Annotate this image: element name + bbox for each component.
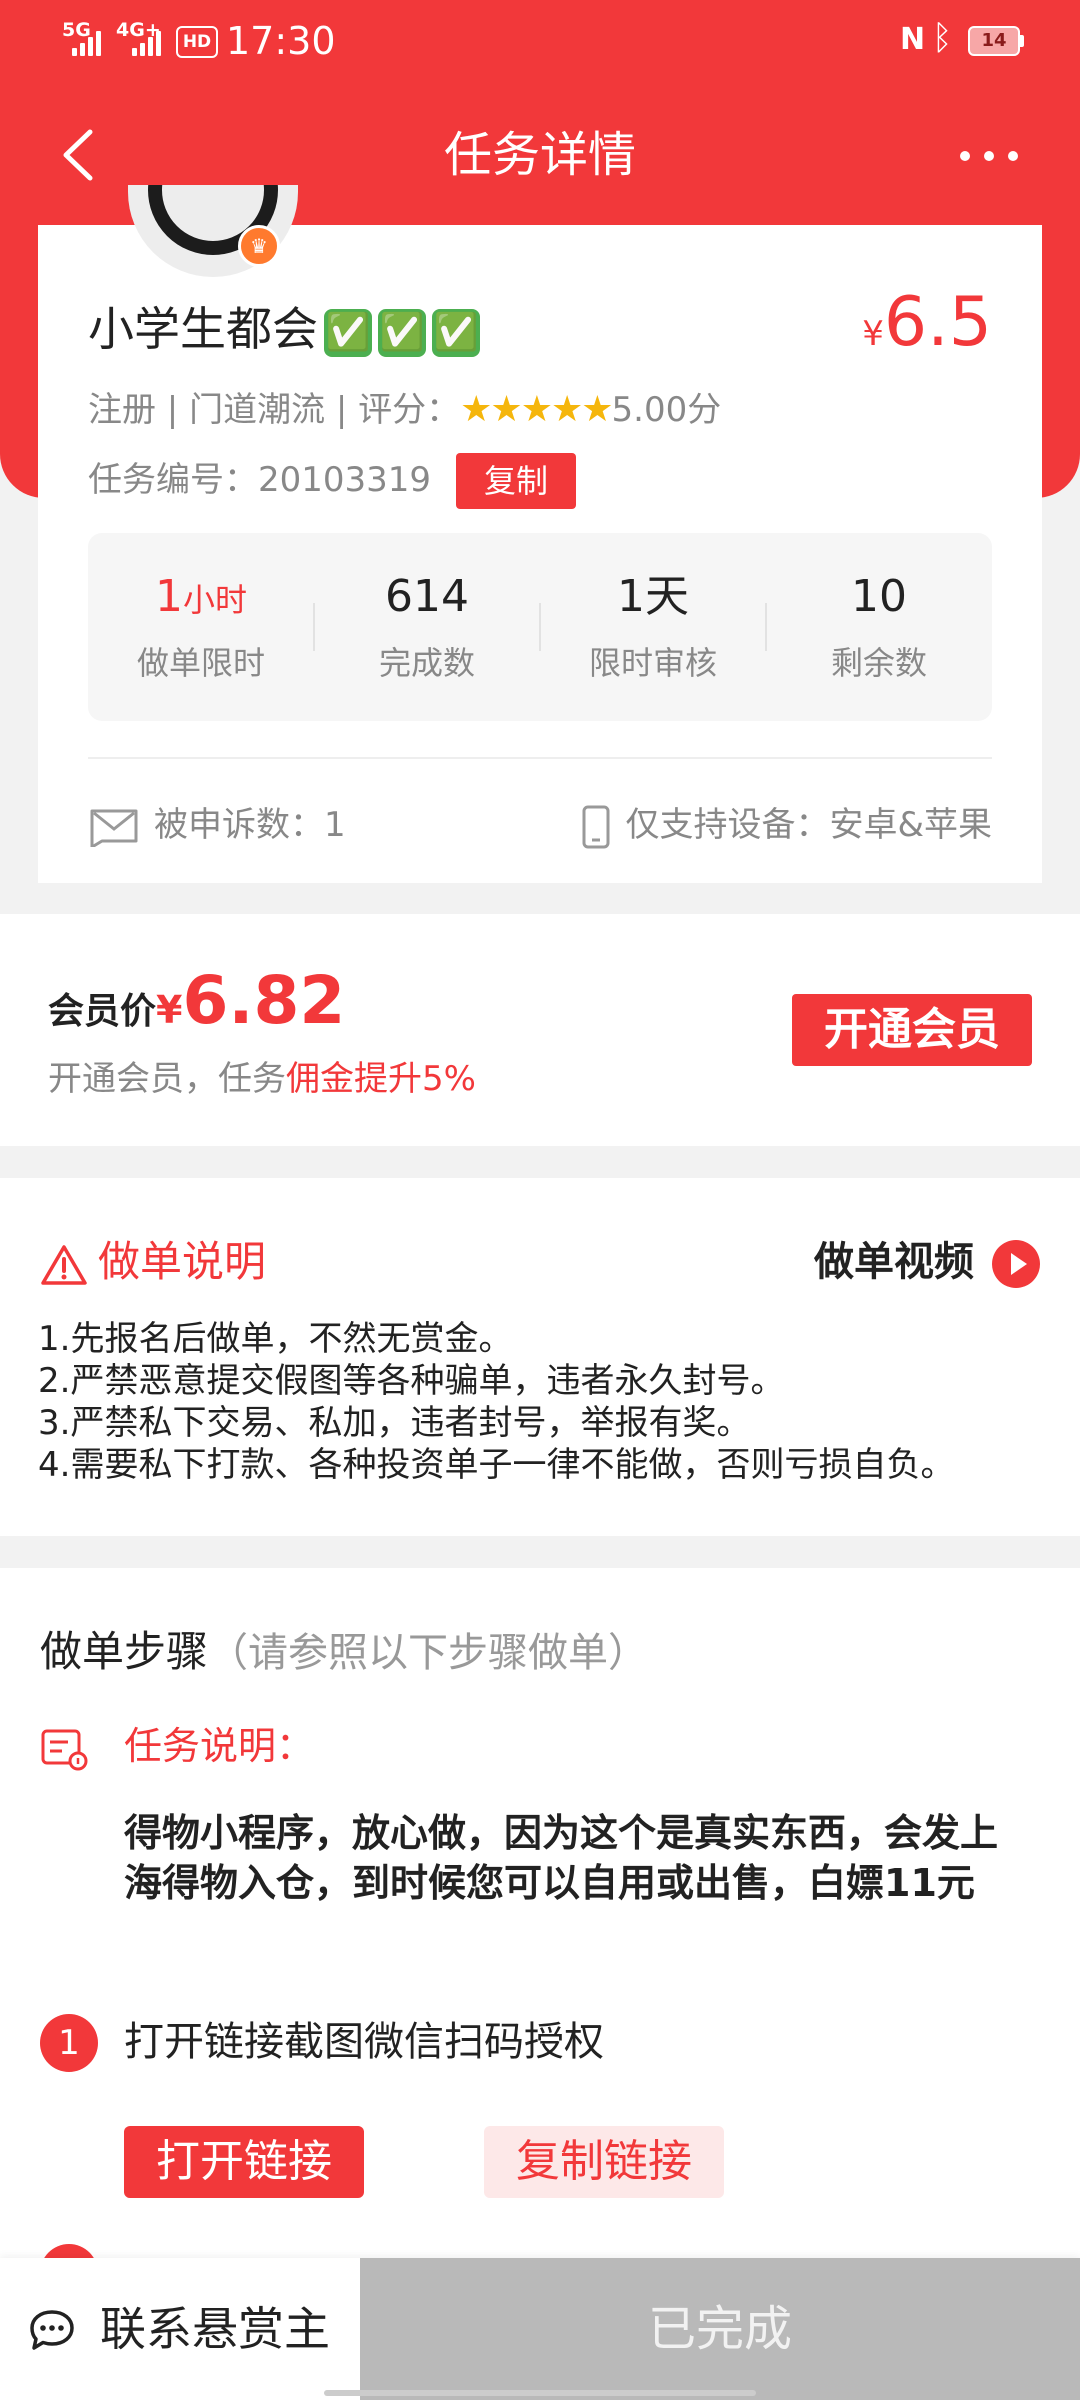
steps-heading: 做单步骤（请参照以下步骤做单）: [40, 1622, 648, 1683]
bottom-action-bar: 联系悬赏主 已完成: [0, 2258, 1080, 2400]
instructions-title-text: 做单说明: [98, 1237, 267, 1286]
home-indicator[interactable]: [324, 2390, 756, 2396]
stat-unit: 小时: [182, 581, 247, 619]
hd-voice-icon: HD: [176, 26, 218, 58]
device-text: 仅支持设备：安卓&苹果: [625, 805, 992, 845]
member-tip-text: 开通会员，任务: [48, 1059, 286, 1099]
member-price: 会员价¥6.82: [48, 962, 345, 1039]
list-item: 1.先报名后做单，不然无赏金。: [38, 1319, 513, 1359]
warning-icon: [41, 1244, 87, 1285]
steps-section: 做单步骤（请参照以下步骤做单） 任务说明： 得物小程序，放心做，因为这个是真实东…: [0, 1568, 1080, 2302]
stat-label: 剩余数: [830, 644, 927, 682]
stat-value: 1天: [617, 571, 689, 622]
chat-icon: [30, 2310, 74, 2350]
member-tip-highlight: 佣金提升5%: [286, 1059, 476, 1099]
task-description: 得物小程序，放心做，因为这个是真实东西，会发上海得物入仓，到时候您可以自用或出售…: [124, 1811, 999, 1905]
list-item: 2.严禁恶意提交假图等各种骗单，违者永久封号。: [38, 1361, 785, 1401]
member-section: 会员价¥6.82 开通会员，任务佣金提升5% 开通会员: [0, 914, 1080, 1146]
open-link-button[interactable]: 打开链接: [124, 2126, 364, 2198]
list-item: 3.严禁私下交易、私加，违者封号，举报有奖。: [38, 1403, 751, 1443]
copy-task-number-button[interactable]: 复制: [456, 453, 576, 509]
stat-remaining: 10 剩余数: [766, 533, 992, 721]
currency-symbol: ¥: [862, 314, 884, 354]
signal-icon: [72, 30, 101, 56]
member-tip: 开通会员，任务佣金提升5%: [48, 1054, 476, 1104]
complaint-count: 被申诉数：1: [88, 795, 346, 855]
stat-review-limit: 1天 限时审核: [540, 533, 766, 721]
contact-publisher-button[interactable]: 联系悬赏主: [0, 2258, 360, 2400]
contact-publisher-label: 联系悬赏主: [100, 2302, 330, 2356]
copy-link-button[interactable]: 复制链接: [484, 2126, 724, 2198]
battery-tip: [1020, 35, 1024, 47]
task-number: 任务编号：20103319: [88, 455, 431, 505]
rating-stars-icon: ★★★★★: [460, 389, 613, 430]
task-meta: 注册 | 门道潮流 | 评分：★★★★★5.00分: [88, 385, 721, 435]
task-number-label: 任务编号：: [88, 460, 258, 500]
crown-badge-icon: ♛: [238, 225, 280, 267]
envelope-icon: [90, 809, 138, 847]
stat-label: 限时审核: [588, 644, 717, 682]
task-number-value: 20103319: [258, 460, 432, 500]
rating-value: 5.00分: [611, 390, 722, 430]
status-bar: 5G 4G+ HD 17:30 N ᛒ 14: [0, 0, 1080, 86]
signal-icon-2: [132, 30, 161, 56]
tutorial-video-link[interactable]: 做单视频: [814, 1232, 1040, 1292]
battery-icon: 14: [968, 26, 1020, 56]
open-membership-button[interactable]: 开通会员: [792, 994, 1032, 1066]
more-dots-icon: [960, 151, 970, 161]
member-price-label: 会员价: [48, 991, 157, 1032]
member-price-value: 6.82: [182, 962, 346, 1039]
check-emoji-icon: ✅: [378, 308, 426, 357]
reward-amount: 6.5: [883, 283, 992, 362]
stat-completed: 614 完成数: [314, 533, 540, 721]
stat-value: 614: [385, 571, 469, 622]
instructions-list: 1.先报名后做单，不然无赏金。 2.严禁恶意提交假图等各种骗单，违者永久封号。 …: [38, 1318, 1048, 1486]
task-card: ♛ 小学生都会 ✅ ✅ ✅ ¥6.5 注册 | 门道潮流 | 评分：★★★★★5.00…: [38, 185, 1042, 883]
device-support: 仅支持设备：安卓&苹果: [581, 795, 992, 855]
stat-value: 10: [851, 571, 907, 622]
back-button[interactable]: [52, 120, 112, 190]
instructions-section: 做单说明 做单视频 1.先报名后做单，不然无赏金。 2.严禁恶意提交假图等各种骗…: [0, 1178, 1080, 1536]
task-description-label: 任务说明：: [124, 1724, 315, 1768]
play-icon: [992, 1240, 1040, 1288]
clock: 17:30: [226, 19, 336, 63]
more-button[interactable]: [950, 120, 1030, 190]
document-icon: [41, 1729, 88, 1771]
complaint-text: 被申诉数：1: [154, 805, 346, 845]
stat-time-limit: 1小时 做单限时: [88, 533, 314, 721]
task-title: 小学生都会 ✅ ✅ ✅: [88, 299, 480, 359]
instructions-title: 做单说明: [40, 1232, 266, 1292]
step-number-badge: 1: [40, 2014, 98, 2072]
tutorial-video-label: 做单视频: [814, 1239, 974, 1285]
chevron-left-icon: [63, 129, 93, 181]
divider: [88, 757, 992, 759]
stat-label: 做单限时: [136, 644, 265, 682]
check-emoji-icon: ✅: [324, 308, 372, 357]
stat-label: 完成数: [378, 644, 475, 682]
stat-value: 1: [154, 571, 183, 622]
step-text: 打开链接截图微信扫码授权: [124, 2019, 604, 2065]
currency-symbol: ¥: [156, 988, 183, 1032]
list-item: 4.需要私下打款、各种投资单子一律不能做，否则亏损自负。: [38, 1445, 955, 1485]
steps-subtitle: （请参照以下步骤做单）: [208, 1630, 649, 1676]
steps-title: 做单步骤: [40, 1627, 209, 1676]
phone-icon: [582, 805, 610, 848]
task-reward: ¥6.5: [862, 283, 992, 362]
check-emoji-icon: ✅: [432, 308, 480, 357]
completed-button[interactable]: 已完成: [360, 2258, 1080, 2400]
page-title: 任务详情: [443, 127, 636, 183]
meta-prefix: 注册 | 门道潮流 | 评分：: [88, 390, 461, 430]
stats-panel: 1小时 做单限时 614 完成数 1天 限时审核 10 剩余数: [88, 533, 992, 721]
nfc-icon: N: [900, 22, 926, 57]
task-title-text: 小学生都会: [88, 302, 318, 356]
bluetooth-icon: ᛒ: [932, 18, 953, 58]
